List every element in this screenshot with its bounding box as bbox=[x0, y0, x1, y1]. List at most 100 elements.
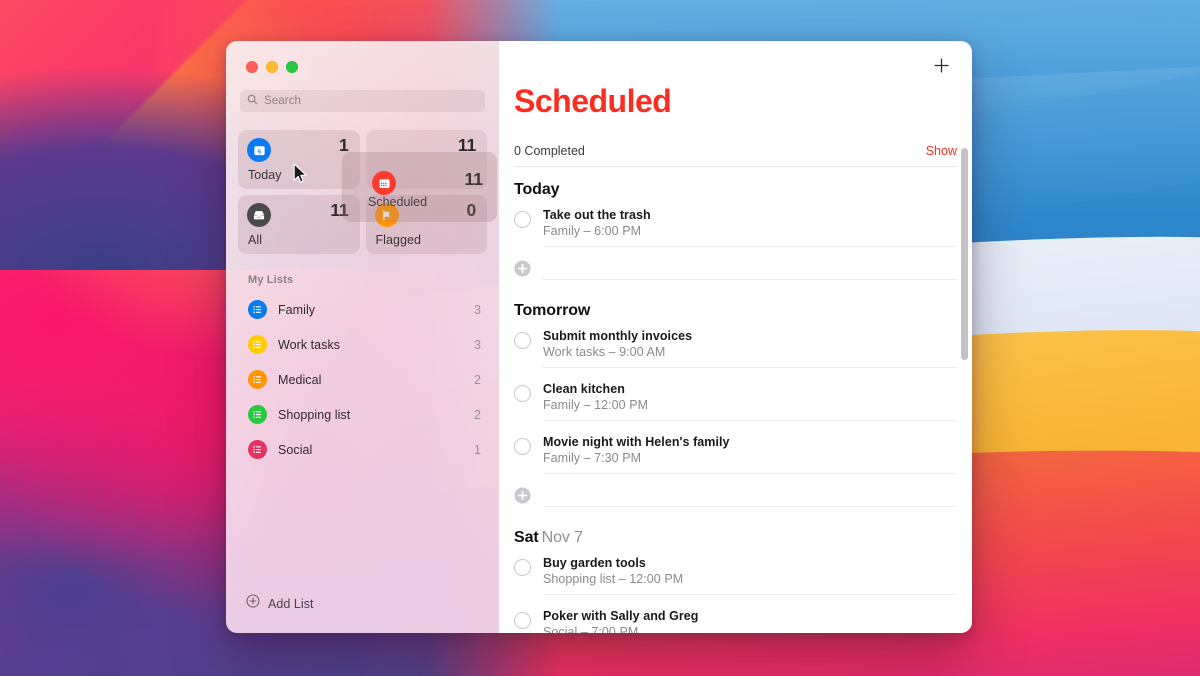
list-item-work-tasks[interactable]: Work tasks 3 bbox=[226, 327, 499, 362]
task-row[interactable]: Movie night with Helen's family Family –… bbox=[499, 428, 972, 481]
section-heading-date: Nov 7 bbox=[541, 529, 583, 546]
flagged-count: 0 bbox=[466, 200, 476, 220]
zoom-button[interactable] bbox=[286, 61, 298, 73]
section-heading: Tomorrow bbox=[514, 302, 972, 320]
list-bullets-icon bbox=[248, 440, 267, 459]
my-lists-header: My Lists bbox=[248, 274, 294, 286]
calendar-day-icon: 5 bbox=[247, 138, 271, 162]
minimize-button[interactable] bbox=[266, 61, 278, 73]
task-checkbox[interactable] bbox=[514, 211, 531, 228]
list-bullets-icon bbox=[248, 370, 267, 389]
task-checkbox[interactable] bbox=[514, 332, 531, 349]
search-container: Search bbox=[226, 73, 499, 112]
list-bullets-icon bbox=[248, 335, 267, 354]
list-item-count: 3 bbox=[474, 337, 481, 352]
task-row[interactable]: Submit monthly invoices Work tasks – 9:0… bbox=[499, 322, 972, 375]
my-lists: Family 3 Work tasks 3 Medical 2 Shopping… bbox=[226, 292, 499, 467]
list-item-name: Medical bbox=[278, 372, 322, 387]
task-title: Clean kitchen bbox=[543, 382, 625, 396]
task-body: Clean kitchen Family – 12:00 PM bbox=[543, 382, 957, 421]
today-count: 1 bbox=[338, 135, 349, 155]
search-input[interactable]: Search bbox=[240, 90, 485, 112]
task-checkbox[interactable] bbox=[514, 559, 531, 576]
task-title: Take out the trash bbox=[543, 208, 651, 222]
section-heading-text: Tomorrow bbox=[514, 302, 591, 319]
task-body: Movie night with Helen's family Family –… bbox=[543, 435, 957, 474]
smart-list-all[interactable]: 11 All bbox=[238, 195, 360, 254]
scheduled-count: 11 bbox=[457, 135, 476, 155]
list-item-shopping-list[interactable]: Shopping list 2 bbox=[226, 397, 499, 432]
list-bullets-icon bbox=[248, 300, 267, 319]
search-icon bbox=[247, 92, 258, 110]
task-meta: Family – 7:30 PM bbox=[543, 451, 642, 465]
list-item-name: Shopping list bbox=[278, 407, 351, 422]
list-item-social[interactable]: Social 1 bbox=[226, 432, 499, 467]
list-item-name: Family bbox=[278, 302, 316, 317]
main-pane: Scheduled 0 Completed Show Today Take ou… bbox=[499, 41, 972, 633]
smart-list-scheduled[interactable]: 11 bbox=[365, 130, 487, 189]
page-title: Scheduled bbox=[514, 83, 672, 119]
list-item-count: 3 bbox=[474, 302, 481, 317]
smart-list-flagged[interactable]: 0 Flagged bbox=[365, 195, 487, 254]
circle-plus-filled-icon bbox=[514, 260, 531, 282]
circle-plus-icon bbox=[246, 594, 260, 613]
task-row[interactable]: Take out the trash Family – 6:00 PM bbox=[499, 201, 972, 254]
task-row[interactable]: Poker with Sally and Greg Social – 7:00 … bbox=[499, 602, 972, 633]
list-item-name: Work tasks bbox=[278, 337, 341, 352]
add-task-line bbox=[543, 490, 957, 507]
task-meta: Social – 7:00 PM bbox=[543, 625, 639, 633]
section-today: Today Take out the trash Family – 6:00 P… bbox=[499, 181, 972, 288]
flagged-label: Flagged bbox=[375, 233, 422, 247]
task-checkbox[interactable] bbox=[514, 385, 531, 402]
list-item-count: 2 bbox=[474, 407, 481, 422]
show-completed-link[interactable]: Show bbox=[926, 144, 957, 158]
smart-list-grid: 5 1 Today 11 11 All 0 Flagged 11 Schedul… bbox=[238, 130, 497, 254]
today-label: Today bbox=[248, 168, 282, 182]
add-list-label: Add List bbox=[268, 596, 314, 611]
all-label: All bbox=[248, 233, 263, 247]
add-task-row[interactable] bbox=[499, 254, 972, 288]
section-heading: Today bbox=[514, 181, 972, 199]
window-controls bbox=[226, 41, 499, 73]
add-reminder-button[interactable] bbox=[928, 55, 954, 81]
task-title: Submit monthly invoices bbox=[543, 329, 693, 343]
circle-plus-filled-icon bbox=[514, 487, 531, 509]
flag-icon bbox=[374, 203, 399, 227]
list-item-family[interactable]: Family 3 bbox=[226, 292, 499, 327]
mouse-cursor-icon bbox=[293, 163, 308, 189]
reminders-window: Search 5 1 Today 11 11 All 0 Flagged 11 … bbox=[226, 41, 972, 633]
section-heading-text: Sat bbox=[514, 529, 539, 546]
section-tomorrow: Tomorrow Submit monthly invoices Work ta… bbox=[499, 302, 972, 515]
task-title: Movie night with Helen's family bbox=[543, 435, 730, 449]
inbox-tray-icon bbox=[247, 203, 271, 227]
task-title: Buy garden tools bbox=[543, 556, 646, 570]
list-item-count: 1 bbox=[474, 442, 481, 457]
plus-icon bbox=[933, 57, 950, 79]
task-body: Poker with Sally and Greg Social – 7:00 … bbox=[543, 609, 957, 633]
task-meta: Work tasks – 9:00 AM bbox=[543, 345, 666, 359]
close-button[interactable] bbox=[246, 61, 258, 73]
task-row[interactable]: Buy garden tools Shopping list – 12:00 P… bbox=[499, 549, 972, 602]
main-scrollbar[interactable] bbox=[961, 148, 968, 360]
section-heading: Sat Nov 7 bbox=[514, 529, 972, 547]
task-meta: Family – 12:00 PM bbox=[543, 398, 649, 412]
task-checkbox[interactable] bbox=[514, 612, 531, 629]
list-item-name: Social bbox=[278, 442, 313, 457]
list-item-medical[interactable]: Medical 2 bbox=[226, 362, 499, 397]
list-item-count: 2 bbox=[474, 372, 481, 387]
add-list-button[interactable]: Add List bbox=[226, 594, 499, 633]
task-body: Buy garden tools Shopping list – 12:00 P… bbox=[543, 556, 957, 595]
completed-count-label: 0 Completed bbox=[514, 144, 585, 158]
task-meta: Shopping list – 12:00 PM bbox=[543, 572, 684, 586]
add-task-row[interactable] bbox=[499, 481, 972, 515]
list-bullets-icon bbox=[248, 405, 267, 424]
task-row[interactable]: Clean kitchen Family – 12:00 PM bbox=[499, 375, 972, 428]
sidebar: Search 5 1 Today 11 11 All 0 Flagged 11 … bbox=[226, 41, 499, 633]
add-task-line bbox=[543, 263, 957, 280]
completed-bar: 0 Completed Show bbox=[514, 144, 957, 167]
task-meta: Family – 6:00 PM bbox=[543, 224, 642, 238]
task-body: Take out the trash Family – 6:00 PM bbox=[543, 208, 957, 247]
section-sat-nov-7: Sat Nov 7 Buy garden tools Shopping list … bbox=[499, 529, 972, 633]
task-checkbox[interactable] bbox=[514, 438, 531, 455]
